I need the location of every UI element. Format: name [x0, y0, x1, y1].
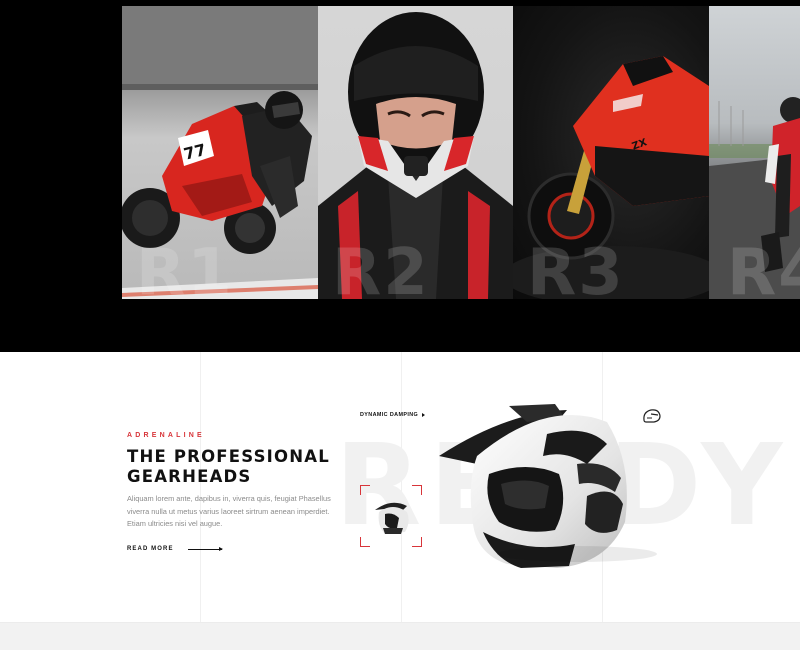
feature-hotspot-label[interactable]: DYNAMIC DAMPING [360, 412, 426, 418]
headline-line-1: THE PROFESSIONAL [127, 447, 330, 466]
read-more-label: READ MORE [127, 546, 174, 552]
eyebrow-label: ADRENALINE [127, 432, 205, 439]
gallery-strip: 77 R1 R2 ZX R3 R [0, 0, 800, 352]
feature-label-text: DYNAMIC DAMPING [360, 412, 419, 418]
body-paragraph: Aliquam lorem ante, dapibus in, viverra … [127, 494, 331, 528]
helmet-product-image [439, 404, 657, 568]
helmet-thumbnail[interactable] [360, 485, 422, 547]
frame-corner [412, 485, 422, 495]
grid-line [200, 352, 201, 622]
read-more-link[interactable]: READ MORE [127, 546, 223, 552]
footer-band [0, 622, 800, 650]
panel-ghost-label: R1 [136, 236, 234, 299]
play-triangle-icon [422, 413, 426, 417]
gallery-panel-r2[interactable]: R2 [318, 6, 513, 299]
panel-ghost-label: R3 [527, 236, 625, 299]
page: 77 R1 R2 ZX R3 R ADRENALINE THE PROFESSI… [0, 0, 800, 650]
panel-ghost-label: R2 [332, 236, 430, 299]
helmet-icon[interactable] [642, 408, 662, 424]
gallery-panel-r3[interactable]: ZX R3 [513, 6, 709, 299]
helmet-thumbnail-image [375, 502, 409, 534]
gallery-panel-r1[interactable]: 77 R1 [122, 6, 318, 299]
gallery-panel-r4[interactable]: R4 [709, 6, 800, 299]
headline-line-2: GEARHEADS [127, 467, 252, 486]
panel-ghost-label: R4 [727, 236, 800, 299]
hero-section: READY ADRENALINE THE PROFESSIONAL GEARHE… [0, 352, 800, 622]
frame-corner [412, 537, 422, 547]
arrow-right-icon [187, 546, 223, 551]
frame-corner [360, 537, 370, 547]
page-title: THE PROFESSIONAL GEARHEADS [127, 447, 337, 487]
